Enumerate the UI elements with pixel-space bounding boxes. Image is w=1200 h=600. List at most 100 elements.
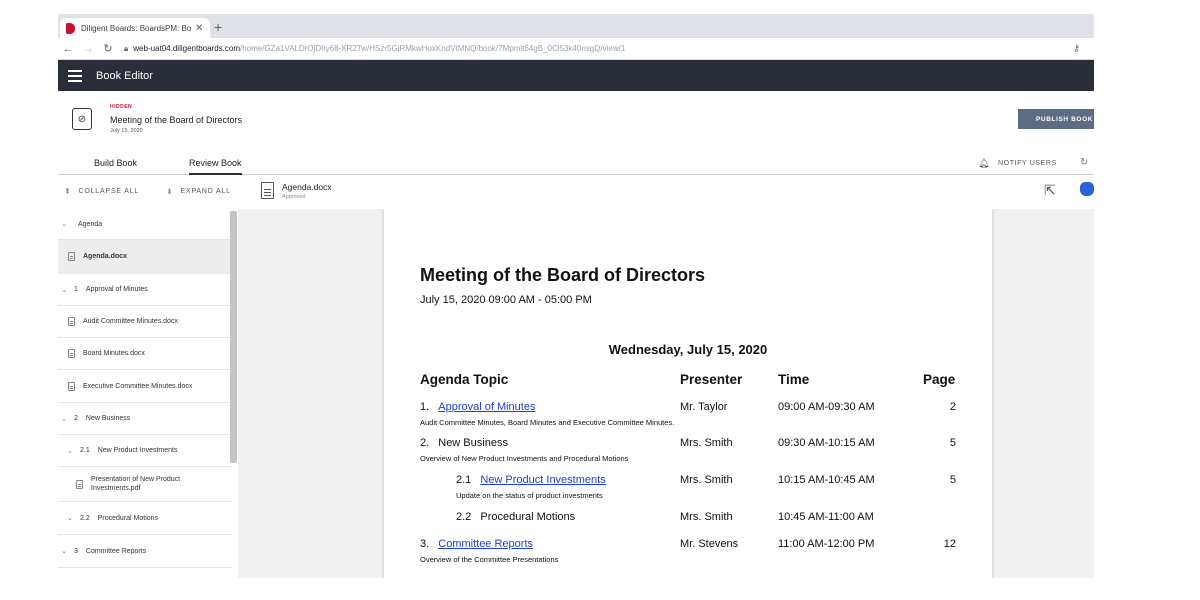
sidebar-item-label: Audit Committee Minutes.docx bbox=[83, 318, 178, 325]
sidebar-item-new-product-investments[interactable]: ⌄ 2.1 New Product Investments bbox=[58, 435, 232, 467]
chevron-down-icon: ⌄ bbox=[61, 415, 67, 423]
document-page: Meeting of the Board of Directors July 1… bbox=[384, 209, 992, 578]
agenda-row-page: 5 bbox=[949, 437, 956, 449]
publish-book-button[interactable]: PUBLISH BOOK bbox=[1018, 109, 1094, 129]
agenda-row-presenter: Mrs. Smith bbox=[680, 511, 733, 523]
agenda-row-number: 3. bbox=[420, 538, 430, 550]
sidebar-item-approval-of-minutes[interactable]: ⌄ 1 Approval of Minutes bbox=[58, 274, 232, 306]
sidebar-item-board-minutes[interactable]: Board Minutes.docx bbox=[58, 338, 232, 370]
agenda-row-page: 12 bbox=[943, 538, 956, 550]
hamburger-menu-icon[interactable] bbox=[68, 67, 82, 85]
bell-icon: 🔔︎ bbox=[978, 158, 991, 168]
app-title: Book Editor bbox=[96, 69, 153, 82]
chevron-down-icon: ⌄ bbox=[67, 515, 73, 522]
collapse-all-button[interactable]: ⇞ COLLAPSE ALL bbox=[64, 187, 139, 196]
agenda-sidebar: ⌄ Agenda Agenda.docx ⌄ 1 Approval of Min… bbox=[58, 209, 238, 578]
committee-reports-link[interactable]: Committee Reports bbox=[438, 538, 533, 550]
sidebar-item-executive-committee-minutes[interactable]: Executive Committee Minutes.docx bbox=[58, 370, 232, 403]
expand-all-label: EXPAND ALL bbox=[180, 188, 231, 195]
agenda-row-time: 10:15 AM-10:45 AM bbox=[778, 474, 875, 486]
document-icon bbox=[68, 381, 75, 391]
agenda-row-description: Overview of New Product Investments and … bbox=[420, 454, 629, 463]
key-icon[interactable]: ⚷ bbox=[1073, 43, 1080, 54]
document-icon bbox=[68, 317, 75, 326]
agenda-row-time: 09:00 AM-09:30 AM bbox=[778, 401, 875, 413]
document-icon bbox=[261, 182, 274, 199]
agenda-row-topic: 3. Committee Reports bbox=[420, 538, 533, 550]
sidebar-item-label: Agenda bbox=[78, 220, 103, 228]
book-tabs: Build Book Review Book 🔔︎ NOTIFY USERS ↻ bbox=[58, 153, 1094, 175]
agenda-row-page: 5 bbox=[949, 474, 956, 486]
pointer-cursor-icon[interactable]: ⇱ bbox=[1044, 182, 1056, 199]
sidebar-item-number: 2.2 bbox=[80, 514, 90, 522]
sidebar-item-audit-committee-minutes[interactable]: Audit Committee Minutes.docx bbox=[58, 306, 232, 338]
viewer-toolbar: ⇞ COLLAPSE ALL ⇟ EXPAND ALL Agenda.docx … bbox=[58, 175, 1094, 209]
agenda-row-number: 2. bbox=[420, 437, 430, 449]
tab-review-book[interactable]: Review Book bbox=[189, 158, 242, 175]
hand-tool-icon[interactable] bbox=[1080, 182, 1094, 196]
agenda-row-presenter: Mr. Taylor bbox=[680, 401, 728, 413]
document-viewer[interactable]: Meeting of the Board of Directors July 1… bbox=[238, 209, 1094, 578]
sidebar-item-procedural-motions[interactable]: ⌄ 2.2 Procedural Motions bbox=[58, 502, 232, 535]
browser-tab-strip: Diligent Boards: BoardsPM: Book ✕ + bbox=[58, 14, 1094, 38]
lock-icon: 🔒︎ bbox=[124, 43, 129, 53]
chevron-down-icon: ⌄ bbox=[61, 548, 67, 555]
sidebar-item-label: Approval of Minutes bbox=[85, 286, 148, 293]
document-subtitle: July 15, 2020 09:00 AM - 05:00 PM bbox=[420, 294, 592, 306]
sidebar-item-label: Agenda.docx bbox=[83, 253, 127, 260]
browser-window: Diligent Boards: BoardsPM: Book ✕ + ← → … bbox=[58, 14, 1094, 578]
agenda-row-presenter: Mr. Stevens bbox=[680, 538, 739, 550]
chevron-down-icon: ⌄ bbox=[61, 286, 67, 294]
expand-icon: ⇟ bbox=[166, 187, 174, 196]
address-bar[interactable]: web-uat04.diligentboards.com/home/GZa1VA… bbox=[133, 44, 625, 53]
tab-build-book[interactable]: Build Book bbox=[94, 158, 137, 173]
approval-of-minutes-link[interactable]: Approval of Minutes bbox=[438, 401, 535, 413]
agenda-row-page: 2 bbox=[949, 401, 956, 413]
back-arrow-icon[interactable]: ← bbox=[60, 43, 76, 55]
book-date: July 15, 2020 bbox=[110, 128, 143, 134]
sidebar-item-label: Presentation of New Product Investments.… bbox=[91, 476, 181, 492]
sidebar-item-number: 2.1 bbox=[80, 447, 90, 454]
app-header: Book Editor bbox=[58, 60, 1094, 91]
url-path: /home/GZa1VALDrOjDhy68-XR2Tw/HSzr5GiRMkw… bbox=[240, 44, 626, 53]
hidden-book-icon: ⊘ bbox=[72, 108, 92, 130]
agenda-row-topic: 2. New Business bbox=[420, 437, 508, 449]
reload-icon[interactable]: ↻ bbox=[100, 42, 116, 55]
sidebar-item-agenda[interactable]: ⌄ Agenda bbox=[58, 209, 232, 240]
sidebar-item-agenda-docx[interactable]: Agenda.docx bbox=[58, 240, 232, 274]
agenda-row-number: 2.2 bbox=[456, 511, 472, 523]
new-tab-icon[interactable]: + bbox=[214, 19, 222, 35]
browser-tab-title: Diligent Boards: BoardsPM: Book bbox=[81, 23, 191, 33]
refresh-icon[interactable]: ↻ bbox=[1080, 157, 1088, 168]
sidebar-item-label: New Business bbox=[85, 415, 131, 422]
sidebar-item-presentation-pdf[interactable]: Presentation of New Product Investments.… bbox=[58, 467, 232, 502]
agenda-row-description: Audit Committee Minutes, Board Minutes a… bbox=[420, 418, 675, 427]
agenda-day-heading: Wednesday, July 15, 2020 bbox=[608, 342, 768, 357]
sidebar-scrollbar[interactable] bbox=[230, 211, 237, 463]
agenda-row-presenter: Mrs. Smith bbox=[680, 474, 733, 486]
sidebar-item-committee-reports[interactable]: ⌄ 3 Committee Reports bbox=[58, 535, 232, 568]
notify-users-label: NOTIFY USERS bbox=[998, 160, 1057, 167]
tab-close-icon[interactable]: ✕ bbox=[195, 23, 203, 34]
url-host: web-uat04.diligentboards.com bbox=[133, 44, 240, 53]
forward-arrow-icon[interactable]: → bbox=[80, 43, 96, 55]
sidebar-item-number: 3 bbox=[74, 547, 78, 555]
browser-tab[interactable]: Diligent Boards: BoardsPM: Book ✕ bbox=[60, 18, 210, 38]
book-title: Meeting of the Board of Directors bbox=[110, 115, 243, 125]
sidebar-item-new-business[interactable]: ⌄ 2 New Business bbox=[58, 403, 232, 435]
agenda-row-time: 09:30 AM-10:15 AM bbox=[778, 437, 875, 449]
sidebar-item-label: Procedural Motions bbox=[97, 514, 159, 522]
sidebar-item-label: New Product Investments bbox=[97, 447, 178, 454]
agenda-row-description: Overview of the Committee Presentations bbox=[420, 555, 559, 564]
current-document-name: Agenda.docx bbox=[282, 182, 332, 192]
agenda-row-title: New Business bbox=[438, 437, 508, 449]
agenda-row-title: Procedural Motions bbox=[480, 511, 576, 523]
notify-users-button[interactable]: 🔔︎ NOTIFY USERS bbox=[978, 158, 1057, 169]
expand-all-button[interactable]: ⇟ EXPAND ALL bbox=[166, 187, 231, 196]
document-icon bbox=[68, 349, 75, 358]
browser-nav-bar: ← → ↻ 🔒︎ web-uat04.diligentboards.com/ho… bbox=[58, 38, 1094, 60]
column-header-time: Time bbox=[778, 372, 810, 387]
new-product-investments-link[interactable]: New Product Investments bbox=[480, 474, 605, 486]
agenda-row-number: 1. bbox=[420, 401, 430, 413]
chevron-down-icon: ⌄ bbox=[61, 221, 67, 228]
